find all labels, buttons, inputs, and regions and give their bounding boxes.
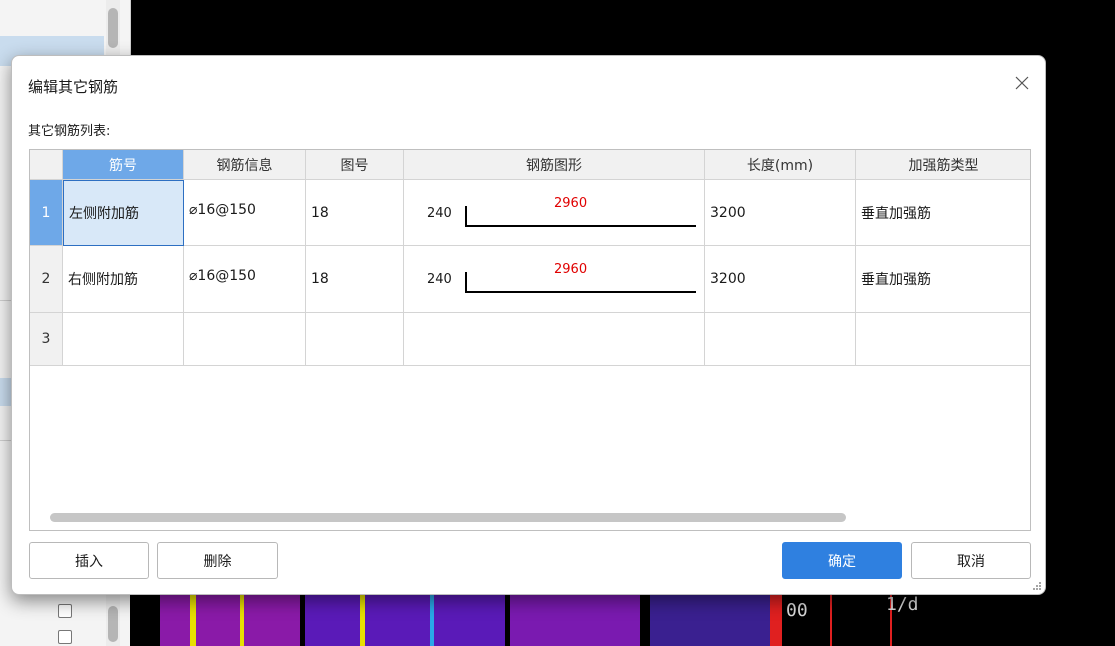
cad-line — [240, 594, 244, 646]
column-header-length[interactable]: 长度(mm) — [705, 150, 856, 180]
close-icon — [1015, 76, 1029, 90]
cell-figure-no[interactable]: 18 — [306, 246, 404, 313]
cell-rebar-shape[interactable] — [404, 313, 705, 366]
insert-button[interactable]: 插入 — [29, 542, 149, 579]
cell-rebar-info[interactable]: ⌀16@150 — [184, 180, 306, 246]
cell-rebar-shape[interactable]: 240 2960 — [404, 180, 705, 246]
row-number[interactable]: 1 — [30, 180, 63, 246]
panel-checkbox[interactable] — [58, 630, 72, 644]
cell-rebar-name[interactable]: 右侧附加筋 — [63, 246, 184, 313]
close-button[interactable] — [1009, 70, 1035, 96]
cell-figure-no[interactable]: 18 — [306, 180, 404, 246]
cad-line — [830, 594, 832, 646]
shape-left-dimension: 240 — [427, 272, 452, 287]
cell-rebar-shape[interactable]: 240 2960 — [404, 246, 705, 313]
grid-horizontal-scrollbar[interactable] — [50, 513, 846, 522]
cell-rebar-name[interactable] — [63, 313, 184, 366]
cell-length[interactable]: 3200 — [705, 180, 856, 246]
column-header-figure-no[interactable]: 图号 — [306, 150, 404, 180]
cell-length[interactable] — [705, 313, 856, 366]
cad-canvas[interactable]: 00 1/d — [130, 594, 1115, 646]
column-header-rebar-info[interactable]: 钢筋信息 — [184, 150, 306, 180]
cad-dimension-text: 00 — [786, 600, 808, 621]
cell-rebar-name[interactable]: 左侧附加筋 — [63, 180, 184, 246]
cell-rebar-info[interactable]: ⌀16@150 — [184, 246, 306, 313]
cell-stiffener-type[interactable]: 垂直加强筋 — [856, 180, 1030, 246]
cad-region — [650, 594, 770, 646]
rebar-shape-drawing — [465, 206, 696, 227]
delete-button[interactable]: 删除 — [157, 542, 278, 579]
panel-checkbox[interactable] — [58, 604, 72, 618]
cad-line — [190, 594, 196, 646]
ok-button[interactable]: 确定 — [782, 542, 902, 579]
cell-stiffener-type[interactable] — [856, 313, 1030, 366]
column-header-stiffener-type[interactable]: 加强筋类型 — [856, 150, 1030, 180]
cad-line — [360, 594, 365, 646]
cad-region — [305, 594, 505, 646]
cad-line — [770, 594, 782, 646]
shape-left-dimension: 240 — [427, 206, 452, 221]
resize-grip-icon[interactable] — [1032, 581, 1042, 591]
cell-length[interactable]: 3200 — [705, 246, 856, 313]
rebar-grid[interactable]: 筋号 钢筋信息 图号 钢筋图形 长度(mm) 加强筋类型 1 左侧附加筋 ⌀16… — [29, 149, 1031, 531]
row-number[interactable]: 2 — [30, 246, 63, 313]
column-header-rebar-no[interactable]: 筋号 — [63, 150, 184, 180]
rebar-list-label: 其它钢筋列表: — [28, 124, 111, 139]
cell-stiffener-type[interactable]: 垂直加强筋 — [856, 246, 1030, 313]
panel-scroll-thumb[interactable] — [108, 8, 118, 48]
cell-figure-no[interactable] — [306, 313, 404, 366]
rebar-shape-drawing — [465, 272, 696, 293]
edit-other-rebar-dialog: 编辑其它钢筋 其它钢筋列表: 筋号 钢筋信息 图号 钢筋图形 长度(mm) 加强… — [11, 55, 1046, 595]
cell-rebar-info[interactable] — [184, 313, 306, 366]
cad-region — [160, 594, 300, 646]
row-number[interactable]: 3 — [30, 313, 63, 366]
cad-region — [510, 594, 640, 646]
column-header-rebar-shape[interactable]: 钢筋图形 — [404, 150, 705, 180]
dialog-title: 编辑其它钢筋 — [28, 78, 119, 96]
panel-scroll-thumb[interactable] — [108, 606, 118, 642]
grid-corner[interactable] — [30, 150, 63, 180]
cad-line — [430, 594, 434, 646]
cad-label-text: 1/d — [886, 594, 919, 615]
cancel-button[interactable]: 取消 — [911, 542, 1031, 579]
